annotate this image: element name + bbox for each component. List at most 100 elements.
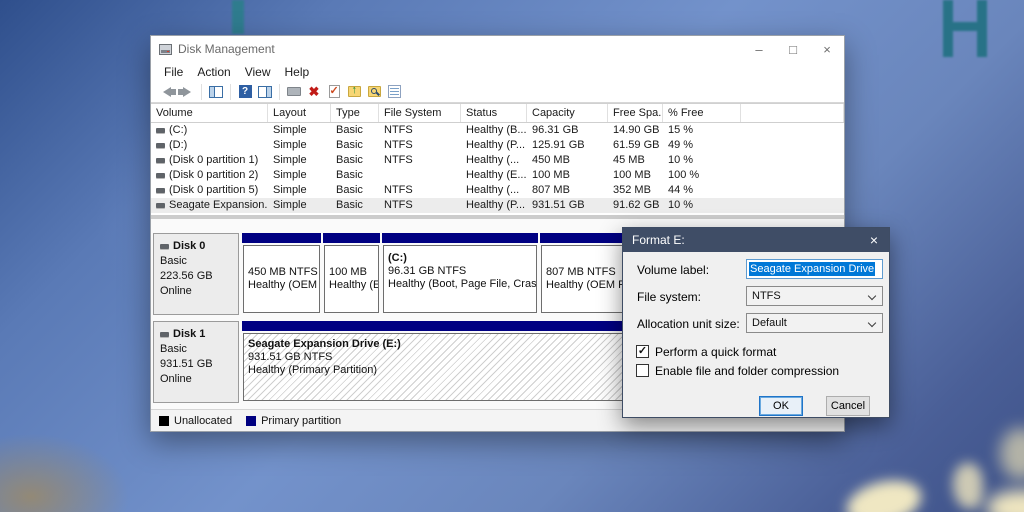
chevron-down-icon [867,291,877,301]
checkmark-icon: ✓ [637,345,648,357]
file-system-label: File system: [637,290,702,304]
disk-size: 223.56 GB [160,270,213,282]
toolbar-separator [279,83,280,100]
delete-volume-icon[interactable]: ✖ [306,84,322,100]
menu-help[interactable]: Help [278,64,317,80]
volume-name: (D:) [169,139,188,151]
unallocated-swatch [159,415,169,426]
volume-table: Volume Layout Type File System Status Ca… [151,103,844,213]
column-status[interactable]: Status [461,104,527,122]
popup-window-icon[interactable] [286,84,302,100]
disk-state: Online [160,373,192,385]
wallpaper-flower [953,463,983,509]
file-system-select[interactable]: NTFS [746,286,883,306]
volume-table-header: Volume Layout Type File System Status Ca… [151,104,844,123]
volume-icon [156,158,165,163]
volume-name: (Disk 0 partition 1) [169,154,259,166]
volume-label-input[interactable]: Seagate Expansion Drive [746,259,883,279]
partition-color-bar [242,233,321,243]
primary-partition-swatch [246,415,257,426]
search-folder-icon[interactable] [366,84,382,100]
maximize-button[interactable]: □ [776,36,810,62]
partition-color-bar [323,233,380,243]
volume-icon [156,143,165,148]
allocation-unit-select[interactable]: Default [746,313,883,333]
volume-icon [156,128,165,133]
menu-file[interactable]: File [157,64,190,80]
cancel-button[interactable]: Cancel [826,396,870,416]
disk-size: 931.51 GB [160,358,213,370]
action-pane-icon[interactable] [257,84,273,100]
compression-checkbox[interactable] [636,364,649,377]
disk-management-app-icon [159,43,172,55]
volume-name: (Disk 0 partition 5) [169,184,259,196]
volume-name: Seagate Expansion... [169,199,268,211]
forward-icon[interactable] [178,84,195,100]
dialog-title-bar[interactable]: Format E: × [623,228,889,252]
column-volume[interactable]: Volume [151,104,268,122]
check-document-icon[interactable]: ✓ [326,84,342,100]
volume-icon [156,203,165,208]
wallpaper-teal-frame [943,0,987,57]
chevron-down-icon [867,318,877,328]
column-layout[interactable]: Layout [268,104,331,122]
column-free-space[interactable]: Free Spa... [608,104,663,122]
disk-kind: Basic [160,343,187,355]
selected-text: Seagate Expansion Drive [749,262,876,276]
close-button[interactable]: × [810,36,844,62]
legend-unallocated: Unallocated [159,415,232,427]
volume-icon [156,173,165,178]
table-row[interactable]: (D:) Simple Basic NTFS Healthy (P... 125… [151,138,844,153]
minimize-button[interactable]: – [742,36,776,62]
disk-kind: Basic [160,255,187,267]
column-file-system[interactable]: File System [379,104,461,122]
console-tree-icon[interactable] [208,84,224,100]
desktop: Disk Management – □ × File Action View H… [0,0,1024,512]
wallpaper-flower [842,473,926,512]
volume-name: (C:) [169,124,188,136]
dialog-close-icon[interactable]: × [859,228,889,252]
partition-color-bar [382,233,538,243]
volume-label-label: Volume label: [637,263,710,277]
format-dialog: Format E: × Volume label: Seagate Expans… [622,227,890,418]
quick-format-checkbox[interactable]: ✓ [636,345,649,358]
volume-icon [156,188,165,193]
disk-icon [160,332,169,337]
table-row[interactable]: (Disk 0 partition 5) Simple Basic NTFS H… [151,183,844,198]
toolbar-separator [230,83,231,100]
disk-name: Disk 0 [173,240,206,252]
menu-action[interactable]: Action [190,64,237,80]
partition[interactable]: 450 MB NTFS Healthy (OEM I [242,233,321,315]
legend-primary-partition: Primary partition [246,415,341,427]
properties-icon[interactable] [386,84,402,100]
back-icon[interactable] [159,84,176,100]
menu-bar: File Action View Help [151,62,844,81]
column-type[interactable]: Type [331,104,379,122]
help-icon[interactable]: ? [237,84,253,100]
disk1-header[interactable]: Disk 1 Basic 931.51 GB Online [153,321,239,403]
disk0-header[interactable]: Disk 0 Basic 223.56 GB Online [153,233,239,315]
column-pct-free[interactable]: % Free [663,104,741,122]
disk-state: Online [160,285,192,297]
dialog-title: Format E: [632,233,685,247]
column-capacity[interactable]: Capacity [527,104,608,122]
partition[interactable]: 100 MB Healthy (E [323,233,380,315]
upload-folder-icon[interactable]: ↑ [346,84,362,100]
table-row[interactable]: (Disk 0 partition 1) Simple Basic NTFS H… [151,153,844,168]
partition-c[interactable]: (C:) 96.31 GB NTFS Healthy (Boot, Page F… [382,233,538,315]
window-controls: – □ × [742,36,844,62]
wallpaper-teal-bar [232,0,244,34]
title-bar[interactable]: Disk Management – □ × [151,36,844,62]
allocation-unit-label: Allocation unit size: [637,317,740,331]
disk-icon [160,244,169,249]
column-empty [741,104,844,122]
menu-view[interactable]: View [238,64,278,80]
table-row[interactable]: (Disk 0 partition 2) Simple Basic Health… [151,168,844,183]
window-title: Disk Management [178,42,275,56]
ok-button[interactable]: OK [759,396,803,416]
disk-name: Disk 1 [173,328,206,340]
table-row[interactable]: (C:) Simple Basic NTFS Healthy (B... 96.… [151,123,844,138]
table-row-selected[interactable]: Seagate Expansion... Simple Basic NTFS H… [151,198,844,213]
compression-label: Enable file and folder compression [655,364,840,378]
wallpaper-flower [1000,428,1024,480]
